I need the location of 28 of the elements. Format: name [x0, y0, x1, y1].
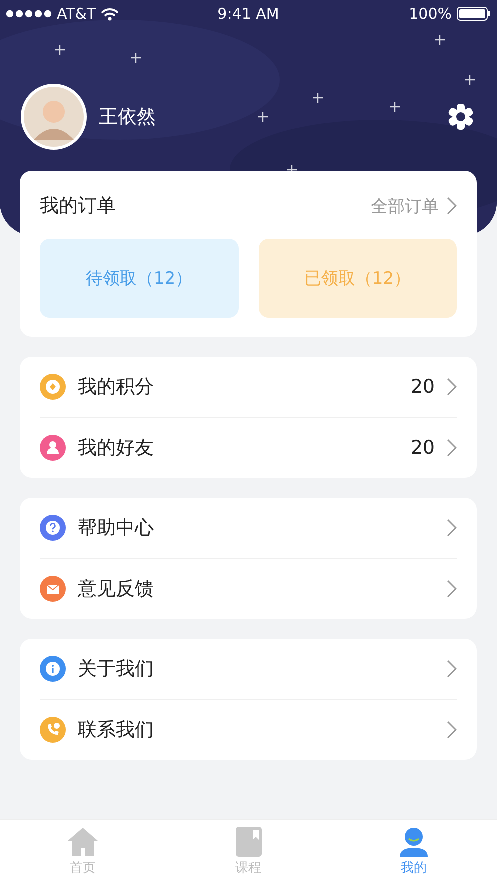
menu-item[interactable]: 帮助中心	[78, 515, 435, 541]
avatar[interactable]	[21, 84, 87, 150]
clock-time: 9:41 AM	[218, 5, 280, 23]
chevron-icon	[447, 721, 457, 739]
chevron-icon	[447, 378, 457, 396]
menu-item[interactable]: 关于我们	[78, 656, 435, 682]
carrier-name: AT&T	[57, 5, 96, 23]
chevron-icon	[447, 660, 457, 678]
orders-title: 我的订单	[40, 194, 117, 219]
chevron-icon	[447, 580, 457, 598]
battery-percent: 100%	[409, 5, 452, 23]
menu-item[interactable]: 意见反馈	[78, 576, 435, 602]
chevron-icon	[447, 519, 457, 537]
home-icon	[66, 826, 99, 856]
settings-button[interactable]	[447, 103, 475, 131]
battery-icon	[457, 7, 492, 21]
chevron-icon	[447, 197, 457, 215]
signal-icon	[6, 10, 52, 18]
menu-item[interactable]: 我的好友	[78, 435, 399, 461]
user-icon	[399, 826, 430, 856]
book-icon	[236, 826, 262, 856]
user-name: 王依然	[99, 105, 157, 130]
menu-item[interactable]: 联系我们	[78, 717, 435, 743]
chevron-icon	[447, 439, 457, 457]
menu-item[interactable]: 我的积分	[78, 374, 399, 400]
item-count: 20	[410, 437, 435, 459]
wifi-icon	[101, 8, 120, 20]
item-count: 20	[410, 376, 435, 398]
